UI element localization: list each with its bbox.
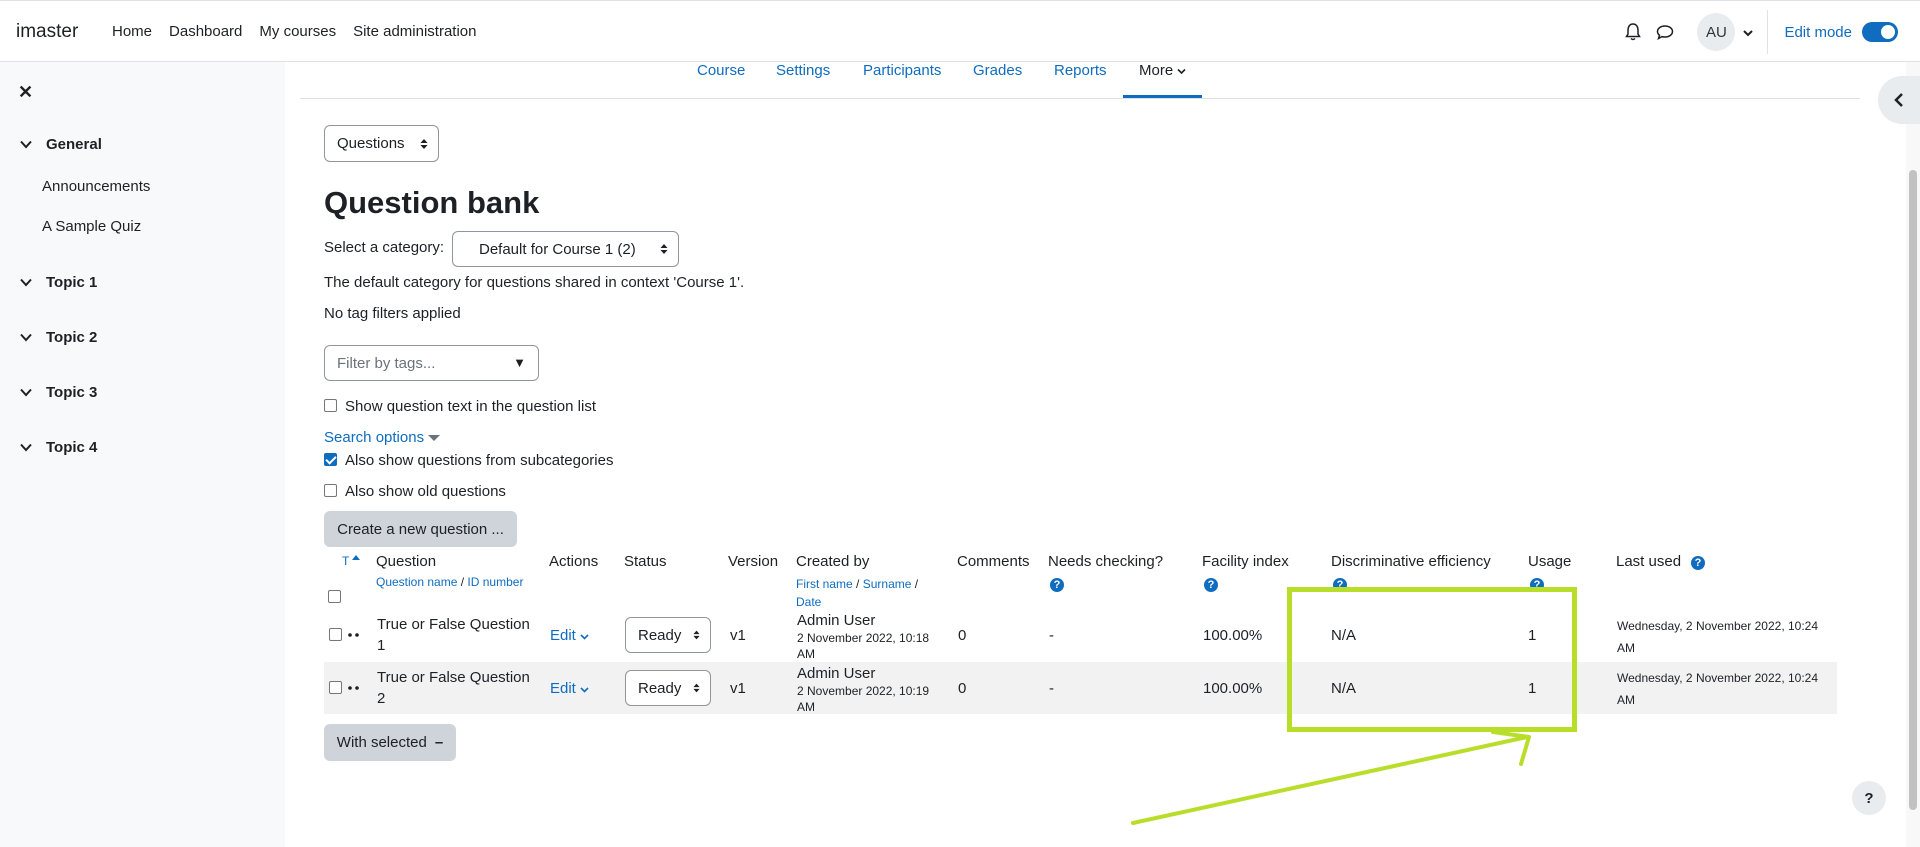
help-button[interactable]: ? [1852,781,1886,815]
page-scrollbar[interactable] [1906,62,1920,847]
chevron-left-icon [1894,93,1903,107]
annotation-arrow [1131,730,1531,825]
open-block-drawer-button[interactable] [1878,76,1920,124]
scrollbar-thumb[interactable] [1909,170,1917,810]
